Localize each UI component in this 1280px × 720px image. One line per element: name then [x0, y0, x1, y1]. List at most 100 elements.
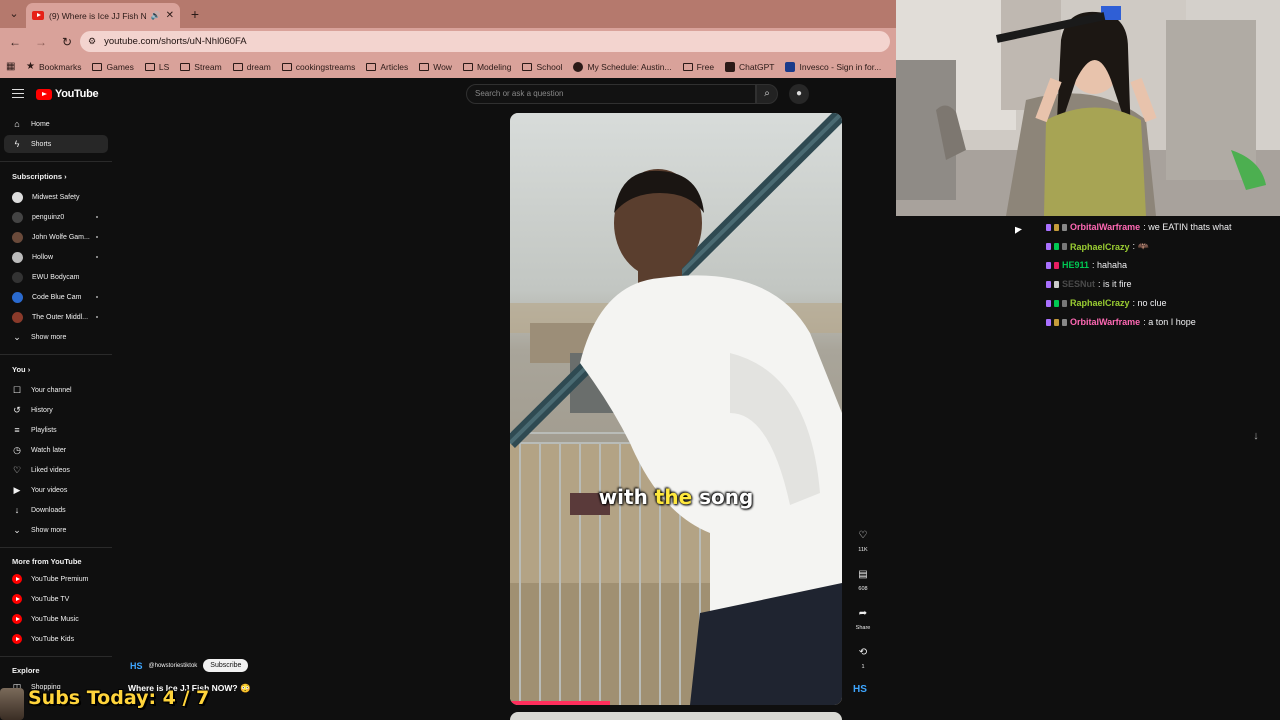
- url-text: youtube.com/shorts/uN-Nhl060FA: [104, 36, 247, 47]
- heart-icon: ♡: [858, 530, 868, 541]
- streamer-mini-avatar: [0, 688, 24, 720]
- sidebar-item-playlists[interactable]: ≡ Playlists: [4, 421, 108, 439]
- sidebar-item-your-videos[interactable]: ▶ Your videos: [4, 481, 108, 499]
- bookmark-articles[interactable]: Articles: [366, 62, 408, 72]
- sub-badge-icon: [1046, 299, 1051, 307]
- sidebar-item-downloads[interactable]: ↓ Downloads: [4, 501, 108, 519]
- browser-tab[interactable]: (9) Where is Ice JJ Fish NOW? 🔊 ✕: [26, 3, 180, 28]
- bookmark-modeling[interactable]: Modeling: [462, 62, 511, 72]
- bookmark-dream[interactable]: dream: [232, 62, 271, 72]
- subscription-item[interactable]: The Outer Middl...: [4, 308, 108, 326]
- speaker-icon[interactable]: 🔊: [151, 11, 161, 20]
- forward-button[interactable]: →: [30, 35, 52, 49]
- new-tab-button[interactable]: +: [186, 5, 204, 23]
- tab-search-icon[interactable]: ⌄: [6, 6, 22, 22]
- chat-username[interactable]: RaphaelCrazy: [1070, 242, 1130, 252]
- chat-message: OrbitalWarframe : we EATIN thats what: [1046, 222, 1232, 232]
- folder-icon: [92, 62, 103, 71]
- youtube-logo[interactable]: YouTube: [36, 88, 99, 100]
- chat-username[interactable]: SESNut: [1062, 279, 1095, 289]
- reload-button[interactable]: ↻: [56, 35, 78, 49]
- share-button[interactable]: ➦ Share: [850, 605, 876, 631]
- sidebar-item-youtube-music[interactable]: YouTube Music: [4, 610, 108, 628]
- divider: [0, 656, 112, 657]
- bookmark-stream[interactable]: Stream: [180, 62, 222, 72]
- close-tab-icon[interactable]: ✕: [166, 10, 174, 21]
- channel-handle[interactable]: @howstoriestiktok: [149, 663, 198, 669]
- prime-badge-icon: [1054, 261, 1059, 269]
- back-button[interactable]: ←: [4, 35, 26, 49]
- video-icon: ▶: [13, 485, 21, 495]
- bookmark-my-schedule[interactable]: My Schedule: Austin...: [573, 61, 672, 72]
- bookmark-chatgpt[interactable]: ChatGPT: [725, 61, 774, 72]
- comment-count: 608: [858, 586, 868, 592]
- sidebar-item-shorts[interactable]: ϟ Shorts: [4, 135, 108, 153]
- subscription-item[interactable]: EWU Bodycam: [4, 268, 108, 286]
- chat-username[interactable]: OrbitalWarframe: [1070, 222, 1140, 232]
- sidebar-item-liked-videos[interactable]: ♡ Liked videos: [4, 461, 108, 479]
- subscription-item[interactable]: Hollow: [4, 248, 108, 266]
- apps-grid-icon[interactable]: ▦: [6, 61, 26, 72]
- address-bar[interactable]: ⚙ youtube.com/shorts/uN-Nhl060FA: [80, 31, 890, 52]
- short-video-player[interactable]: with the song: [510, 113, 842, 705]
- sidebar-item-history[interactable]: ↺ History: [4, 401, 108, 419]
- next-short-preview[interactable]: [510, 712, 842, 720]
- you-heading[interactable]: You ›: [12, 365, 30, 374]
- share-icon: ➦: [858, 608, 868, 619]
- new-content-dot: [96, 256, 98, 258]
- chat-username[interactable]: OrbitalWarframe: [1070, 317, 1140, 327]
- bookmark-invesco[interactable]: Invesco - Sign in for...: [785, 61, 881, 72]
- subscription-item[interactable]: John Wolfe Gam...: [4, 228, 108, 246]
- channel-avatar-button[interactable]: HS: [851, 682, 869, 698]
- vip-badge-icon: [1062, 243, 1067, 250]
- bookmark-ls[interactable]: LS: [144, 62, 169, 72]
- subscriptions-heading[interactable]: Subscriptions ›: [12, 172, 67, 181]
- remix-icon: ⟲: [858, 647, 868, 658]
- subscription-item[interactable]: penguinz0: [4, 208, 108, 226]
- scroll-down-arrow-icon[interactable]: ↓: [1248, 428, 1264, 444]
- sidebar-item-your-channel[interactable]: ☐ Your channel: [4, 381, 108, 399]
- download-icon: ↓: [14, 505, 20, 515]
- video-caption: with the song: [598, 485, 754, 509]
- search-button[interactable]: ⌕: [756, 84, 778, 104]
- channel-avatar: [12, 311, 23, 323]
- playlist-icon: ≡: [14, 425, 20, 435]
- sidebar-item-home[interactable]: ⌂ Home: [4, 115, 108, 133]
- remix-count: 1: [861, 664, 865, 670]
- chat-username[interactable]: RaphaelCrazy: [1070, 298, 1130, 308]
- channel-logo[interactable]: HS: [130, 661, 143, 671]
- chat-text: : a ton I hope: [1143, 317, 1196, 327]
- subscribe-button[interactable]: Subscribe: [203, 659, 249, 672]
- voice-search-button[interactable]: ●: [789, 84, 809, 104]
- bookmark-games[interactable]: Games: [92, 62, 134, 72]
- channel-avatar: [12, 231, 23, 243]
- sidebar-item-youtube-kids[interactable]: YouTube Kids: [4, 630, 108, 648]
- sidebar-item-youtube-tv[interactable]: YouTube TV: [4, 590, 108, 608]
- show-more-you[interactable]: ⌄ Show more: [4, 521, 108, 539]
- like-button[interactable]: ♡ 11K: [850, 527, 876, 553]
- bookmarks-bar: ▦ ★ Bookmarks Games LS Stream dream cooki…: [0, 55, 896, 78]
- bookmark-free[interactable]: Free: [682, 62, 714, 72]
- remix-button[interactable]: ⟲ 1: [850, 644, 876, 670]
- subscription-item[interactable]: Midwest Safety: [4, 188, 108, 206]
- chat-message: RaphaelCrazy : 🦇: [1046, 241, 1149, 252]
- site-info-icon[interactable]: ⚙: [88, 36, 96, 47]
- chat-username[interactable]: HE911: [1062, 260, 1089, 270]
- subscription-item[interactable]: Code Blue Cam: [4, 288, 108, 306]
- sidebar-item-youtube-premium[interactable]: YouTube Premium: [4, 570, 108, 588]
- sidebar-item-watch-later[interactable]: ◷ Watch later: [4, 441, 108, 459]
- screen: ⌄ (9) Where is Ice JJ Fish NOW? 🔊 ✕ + ← …: [0, 0, 1280, 720]
- comments-button[interactable]: ▤ 608: [850, 566, 876, 592]
- show-more-subscriptions[interactable]: ⌄ Show more: [4, 328, 108, 346]
- menu-icon[interactable]: [12, 89, 24, 98]
- sub-badge-icon: [1046, 243, 1051, 250]
- sub-badge-icon: [1046, 318, 1051, 326]
- bookmark-cookingstreams[interactable]: cookingstreams: [281, 62, 355, 72]
- bookmark-bookmarks[interactable]: ★ Bookmarks: [26, 61, 81, 72]
- folder-icon: [144, 62, 155, 71]
- bookmark-school[interactable]: School: [522, 62, 562, 72]
- globe-icon: [573, 61, 584, 72]
- bookmark-wow[interactable]: Wow: [419, 62, 452, 72]
- short-channel-row: HS @howstoriestiktok Subscribe: [130, 659, 249, 672]
- search-input[interactable]: Search or ask a question: [466, 84, 756, 104]
